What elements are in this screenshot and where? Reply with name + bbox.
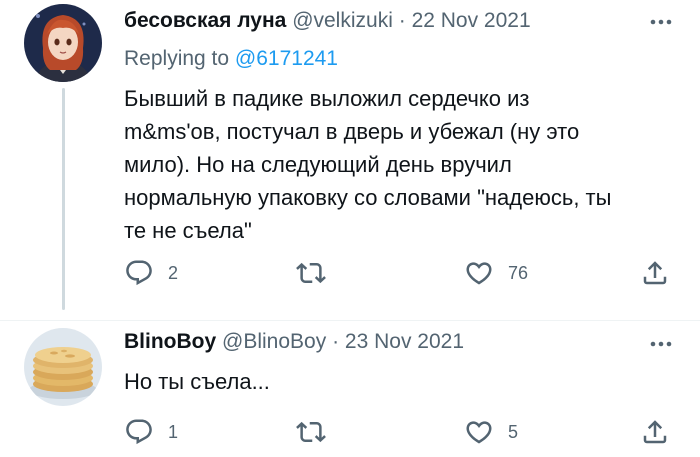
more-icon[interactable] (646, 12, 676, 32)
separator: · (332, 330, 340, 353)
share-icon (643, 261, 667, 285)
retweet-button[interactable] (296, 256, 340, 290)
tweet-date[interactable]: 23 Nov 2021 (345, 330, 464, 353)
reply-mention-link[interactable]: @6171241 (235, 47, 338, 70)
retweet-button[interactable] (296, 415, 340, 449)
tweet-actions: 1 5 (124, 415, 684, 449)
share-button[interactable] (640, 415, 670, 449)
reply-icon (126, 260, 152, 286)
reply-button[interactable]: 1 (124, 415, 178, 449)
author-handle[interactable]: @velkizuki (292, 9, 393, 32)
like-icon (466, 421, 492, 444)
like-count: 76 (508, 262, 529, 283)
tweet-text: Бывший в падике выложил сердечко из m&ms… (124, 86, 612, 243)
more-icon[interactable] (646, 334, 676, 354)
tweet-text: Но ты съела... (124, 369, 270, 394)
reply-count: 2 (168, 262, 179, 283)
retweet-icon (296, 262, 326, 284)
tweet-actions: 2 76 (124, 256, 684, 290)
reply-icon (126, 419, 152, 445)
tweet-header: бесовская луна @velkizuki · 22 Nov 2021 (124, 9, 531, 33)
tweet-date[interactable]: 22 Nov 2021 (412, 9, 531, 32)
retweet-icon (296, 421, 326, 443)
anime-girl-avatar-icon (24, 4, 102, 82)
tweet-header: BlinoBoy @BlinoBoy · 23 Nov 2021 (124, 330, 464, 354)
tweet-blinoboy[interactable]: BlinoBoy @BlinoBoy · 23 Nov 2021 Но ты с… (0, 320, 700, 457)
share-icon (643, 420, 667, 444)
like-icon (466, 262, 492, 285)
author-name[interactable]: BlinoBoy (124, 330, 216, 353)
pancakes-avatar-icon (24, 328, 102, 406)
like-count: 5 (508, 421, 519, 442)
reply-button[interactable]: 2 (124, 256, 178, 290)
tweet-velkizuki[interactable]: бесовская луна @velkizuki · 22 Nov 2021 … (0, 0, 700, 320)
thread-line (62, 88, 65, 310)
separator: · (398, 9, 406, 32)
author-handle[interactable]: @BlinoBoy (222, 330, 326, 353)
author-name[interactable]: бесовская луна (124, 9, 286, 32)
like-button[interactable]: 76 (464, 256, 528, 290)
replying-to-label: Replying to (124, 47, 230, 70)
replying-to: Replying to @6171241 (124, 47, 338, 71)
avatar[interactable] (24, 328, 102, 406)
share-button[interactable] (640, 256, 670, 290)
like-button[interactable]: 5 (464, 415, 518, 449)
avatar[interactable] (24, 4, 102, 82)
reply-count: 1 (168, 421, 179, 442)
